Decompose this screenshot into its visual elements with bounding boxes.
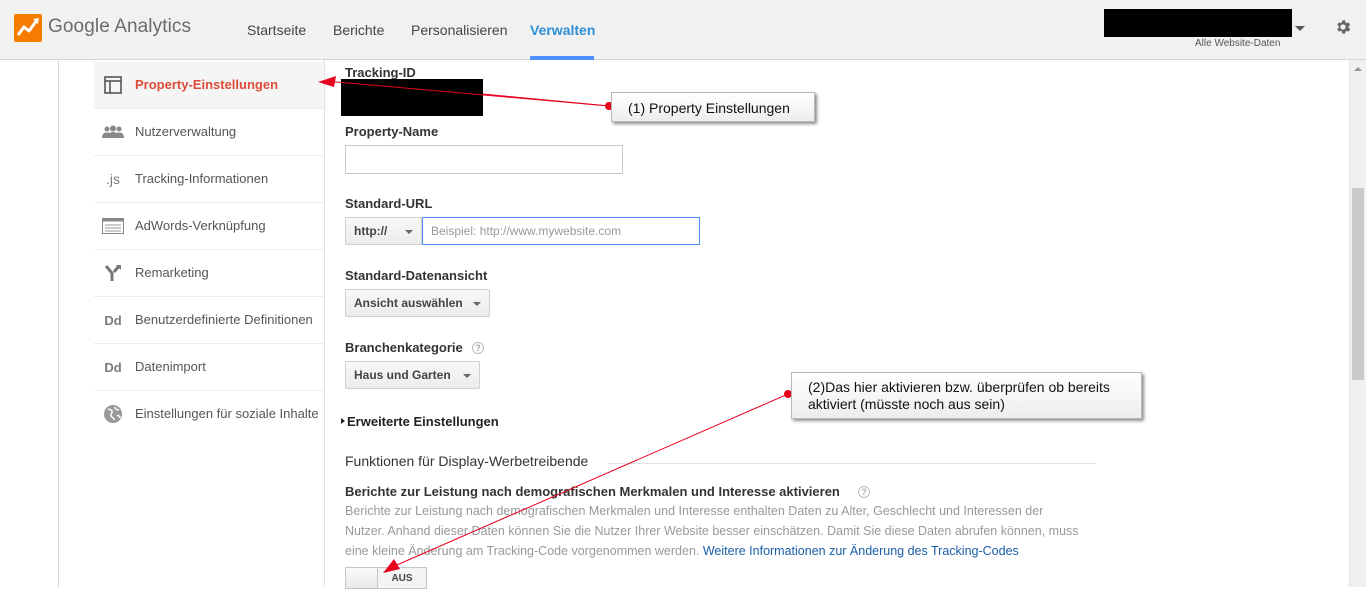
category-select[interactable]: Haus und Garten (345, 361, 480, 389)
top-bar: Google Analytics Startseite Berichte Per… (0, 0, 1366, 60)
help-icon[interactable]: ? (472, 342, 484, 354)
annotation-text: (2)Das hier aktivieren bzw. überprüfen o… (808, 379, 1110, 412)
advanced-settings-link[interactable]: Erweiterte Einstellungen (347, 414, 499, 429)
dd-icon: Dd (104, 359, 122, 375)
sidebar-item-user-management[interactable]: Nutzerverwaltung (94, 109, 324, 156)
sidebar-item-label: Benutzerdefinierte Definitionen (135, 312, 313, 327)
vertical-scrollbar[interactable] (1349, 60, 1366, 587)
account-dropdown-icon[interactable] (1295, 26, 1305, 31)
url-input[interactable]: Beispiel: http://www.mywebsite.com (422, 217, 700, 245)
chevron-down-icon (405, 230, 413, 234)
property-settings-form: Tracking-ID Property-Name Standard-URL h… (326, 60, 1346, 589)
data-view-label: Standard-Datenansicht (345, 268, 488, 283)
account-name-redacted[interactable] (1104, 9, 1292, 37)
sidebar-item-tracking-info[interactable]: .js Tracking-Informationen (94, 156, 324, 203)
google-analytics-logo-icon[interactable] (14, 14, 42, 42)
content-frame-border (58, 60, 59, 587)
demographics-description: Berichte zur Leistung nach demografische… (345, 501, 1080, 561)
sidebar-item-label: Property-Einstellungen (135, 77, 279, 92)
sidebar: Property-Einstellungen Nutzerverwaltung … (94, 60, 325, 587)
demographics-toggle[interactable]: AUS (345, 567, 427, 589)
users-icon (102, 122, 124, 142)
globe-icon (102, 404, 124, 424)
demographics-title: Berichte zur Leistung nach demografische… (345, 484, 840, 499)
annotation-callout-1: (1) Property Einstellungen (611, 92, 815, 122)
data-view-select[interactable]: Ansicht auswählen (345, 289, 490, 317)
js-icon: .js (106, 171, 120, 187)
property-icon (102, 75, 124, 95)
dd-icon: Dd (104, 312, 122, 328)
gear-icon[interactable] (1334, 18, 1352, 36)
annotation-text: (1) Property Einstellungen (628, 100, 790, 116)
protocol-value: http:// (354, 224, 388, 238)
category-value: Haus und Garten (354, 368, 451, 382)
data-view-value: Ansicht auswählen (354, 296, 463, 310)
adwords-icon (102, 216, 124, 236)
category-label: Branchenkategorie (345, 340, 463, 355)
sidebar-item-label: Nutzerverwaltung (135, 124, 237, 139)
toggle-knob (346, 568, 378, 588)
sidebar-item-label: Datenimport (135, 359, 206, 374)
sidebar-item-custom-definitions[interactable]: Dd Benutzerdefinierte Definitionen (94, 297, 324, 344)
tracking-id-label: Tracking-ID (345, 65, 416, 80)
toggle-state-label: AUS (378, 568, 426, 588)
nav-startseite[interactable]: Startseite (247, 22, 306, 38)
sidebar-item-label: AdWords-Verknüpfung (135, 218, 266, 233)
scroll-thumb[interactable] (1352, 188, 1364, 380)
app-name[interactable]: Google Analytics (48, 16, 191, 38)
nav-verwalten[interactable]: Verwalten (530, 22, 595, 38)
chevron-down-icon (473, 302, 481, 306)
chevron-down-icon (463, 374, 471, 378)
tracking-id-redacted (341, 79, 483, 116)
protocol-select[interactable]: http:// (345, 217, 422, 245)
display-advertiser-section-title: Funktionen für Display-Werbetreibende (345, 453, 589, 469)
property-name-input[interactable] (345, 145, 623, 174)
remarketing-icon (102, 263, 124, 283)
property-name-label: Property-Name (345, 124, 439, 139)
account-view-label: Alle Website-Daten (1195, 38, 1281, 49)
nav-personalisieren[interactable]: Personalisieren (411, 22, 508, 38)
section-divider (608, 463, 1096, 464)
sidebar-item-adwords-link[interactable]: AdWords-Verknüpfung (94, 203, 324, 250)
sidebar-item-property-settings[interactable]: Property-Einstellungen (94, 62, 324, 109)
sidebar-item-label: Tracking-Informationen (135, 171, 269, 186)
sidebar-item-social-settings[interactable]: Einstellungen für soziale Inhalte (94, 391, 324, 438)
sidebar-item-label: Einstellungen für soziale Inhalte (135, 406, 319, 421)
scroll-up-icon[interactable] (1354, 67, 1362, 71)
standard-url-label: Standard-URL (345, 196, 433, 211)
expand-triangle-icon[interactable] (341, 418, 345, 424)
sidebar-item-data-import[interactable]: Dd Datenimport (94, 344, 324, 391)
annotation-callout-2: (2)Das hier aktivieren bzw. überprüfen o… (791, 372, 1142, 419)
help-icon[interactable]: ? (858, 486, 870, 498)
sidebar-item-label: Remarketing (135, 265, 209, 280)
sidebar-item-remarketing[interactable]: Remarketing (94, 250, 324, 297)
nav-berichte[interactable]: Berichte (333, 22, 384, 38)
tracking-code-info-link[interactable]: Weitere Informationen zur Änderung des T… (703, 544, 1019, 558)
